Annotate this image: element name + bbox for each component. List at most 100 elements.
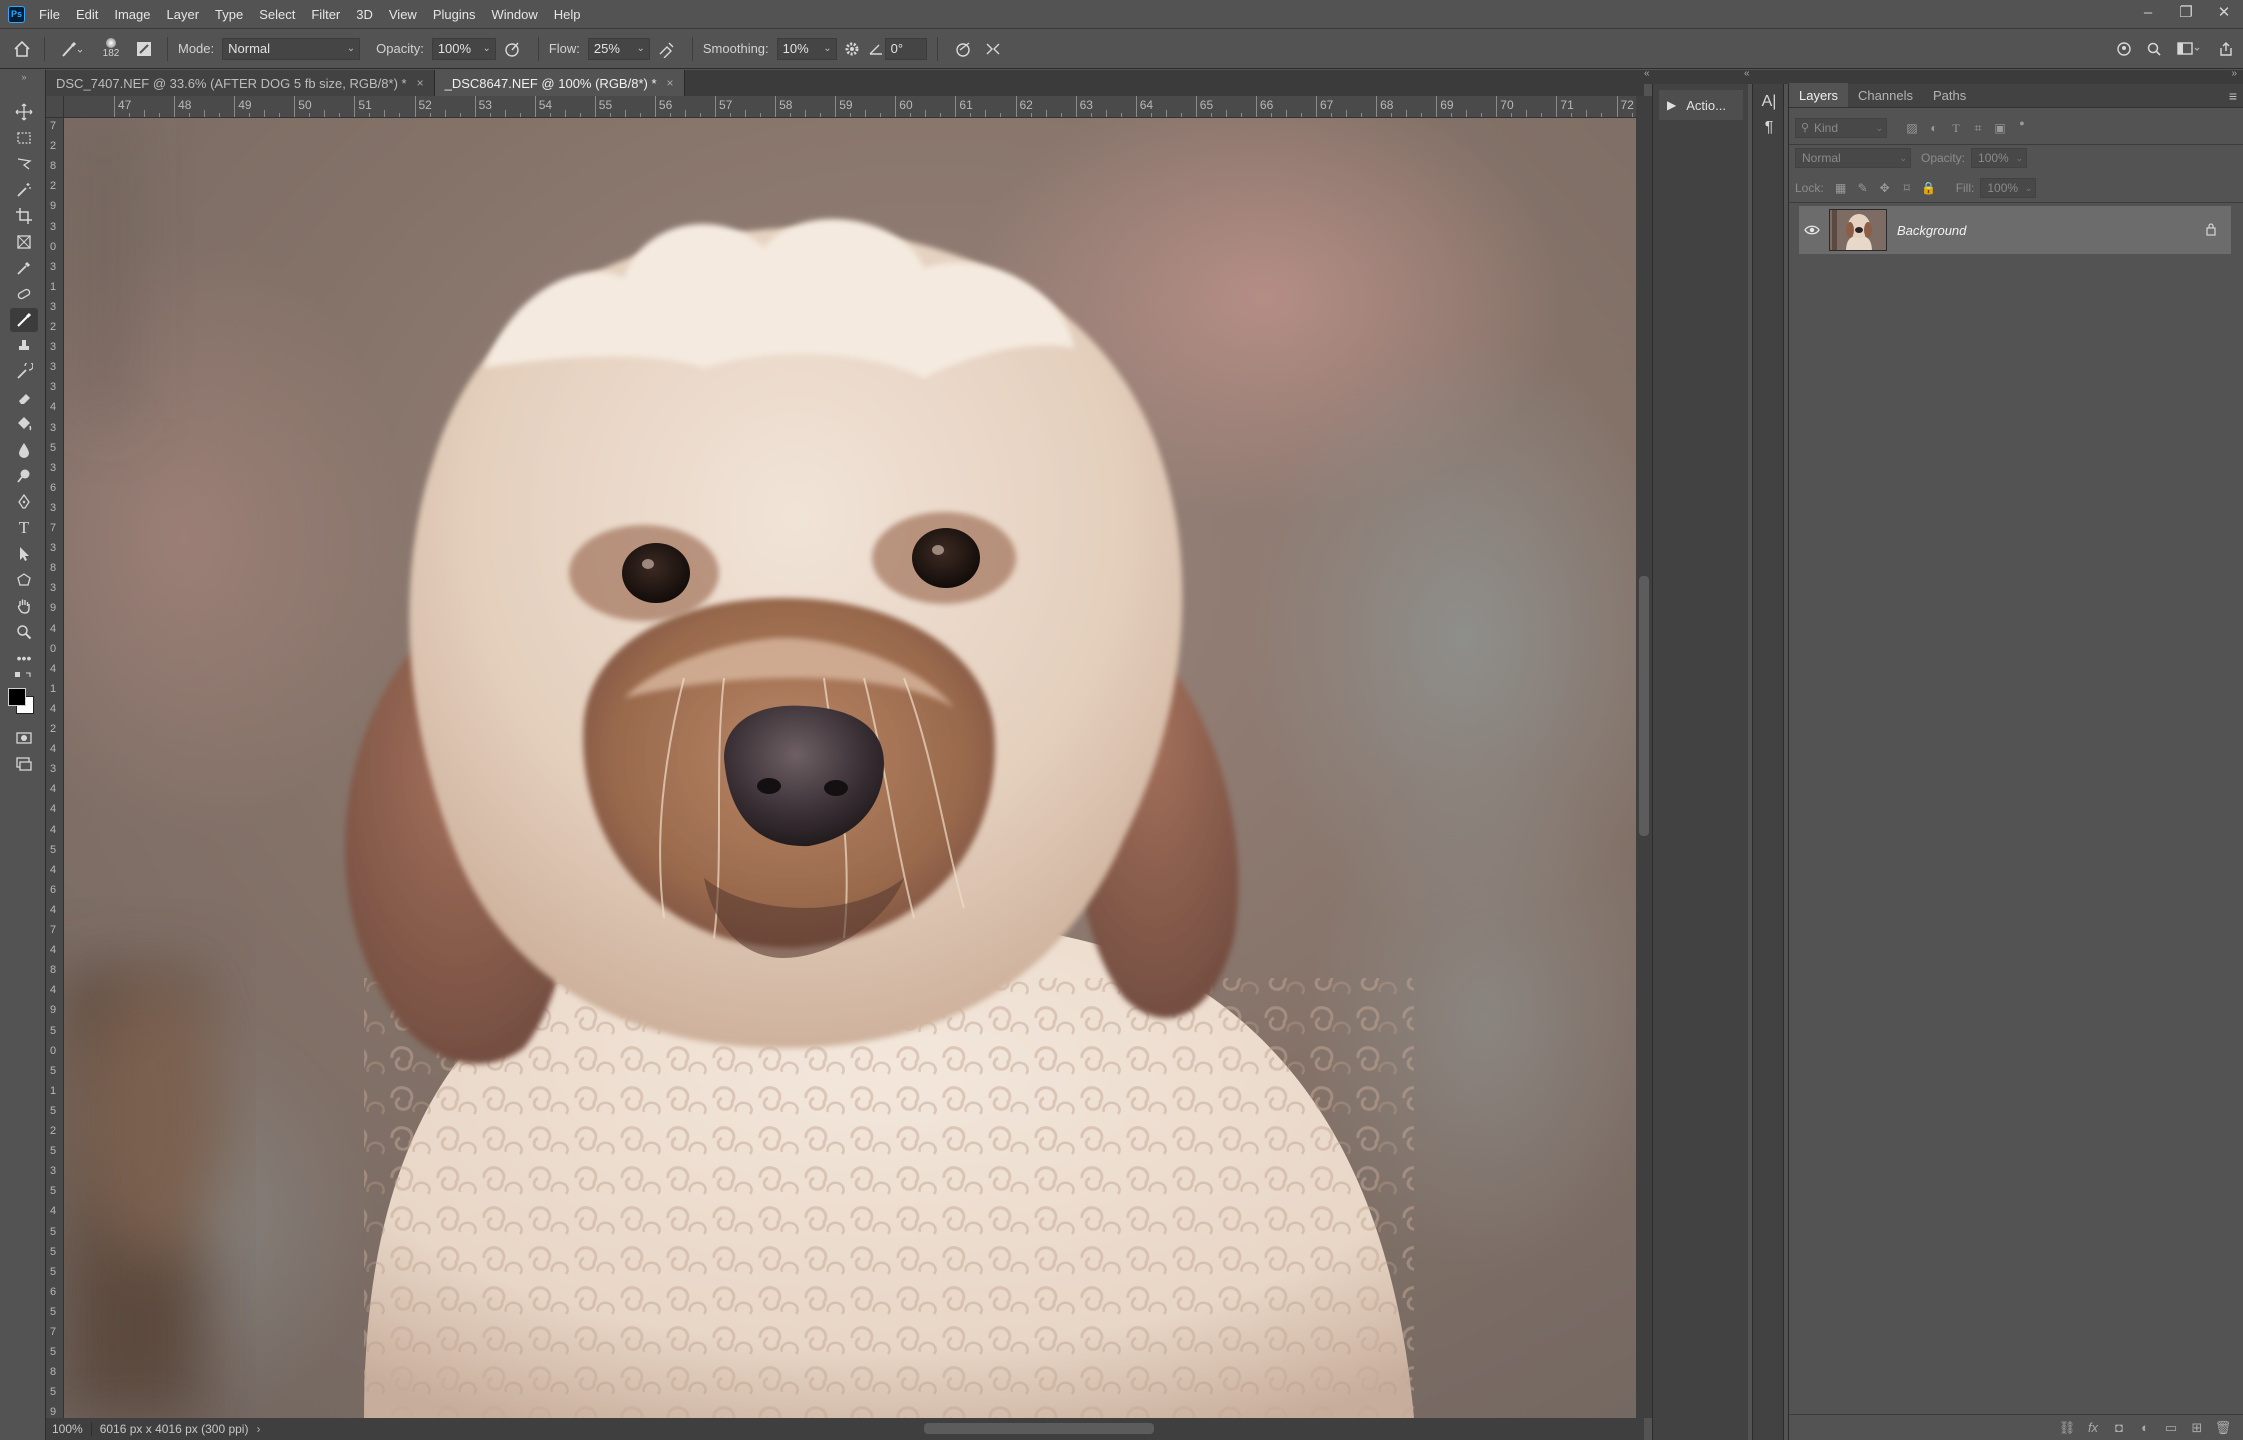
- visibility-eye-icon[interactable]: [1799, 224, 1825, 236]
- blur-tool-icon[interactable]: [10, 438, 38, 462]
- fx-icon[interactable]: fx: [2080, 1420, 2106, 1435]
- angle-field[interactable]: 0°: [884, 37, 927, 60]
- close-window-button[interactable]: ✕: [2205, 0, 2243, 24]
- gear-icon[interactable]: [837, 41, 867, 57]
- document-tab-dsc7407[interactable]: DSC_7407.NEF @ 33.6% (AFTER DOG 5 fb siz…: [46, 70, 435, 96]
- tab-channels[interactable]: Channels: [1848, 83, 1923, 107]
- magic-wand-tool-icon[interactable]: [10, 178, 38, 202]
- quick-mask-icon[interactable]: [10, 726, 38, 750]
- type-filter-icon[interactable]: T: [1945, 121, 1967, 136]
- flow-field[interactable]: 25% ⌄: [587, 37, 650, 60]
- clone-stamp-tool-icon[interactable]: [10, 334, 38, 358]
- maximize-button[interactable]: ❐: [2167, 0, 2205, 24]
- color-swatches[interactable]: [8, 688, 38, 718]
- zoom-tool-icon[interactable]: [10, 620, 38, 644]
- fill-field[interactable]: 100% ⌄: [1980, 178, 2037, 198]
- menu-3d[interactable]: 3D: [356, 7, 373, 22]
- link-layers-icon[interactable]: ⛓: [2054, 1420, 2080, 1436]
- collapse-toolbar-icon[interactable]: »: [10, 72, 38, 82]
- document-tab-dsc8647[interactable]: _DSC8647.NEF @ 100% (RGB/8*) * ×: [434, 70, 685, 96]
- brush-preset-icon[interactable]: [51, 40, 91, 58]
- marquee-tool-icon[interactable]: [10, 126, 38, 150]
- layer-filter-kind[interactable]: ⚲ Kind ⌄: [1795, 118, 1887, 138]
- opacity-field[interactable]: 100% ⌄: [431, 37, 496, 60]
- filter-toggle-icon[interactable]: ●: [2011, 118, 2033, 128]
- more-tools-icon[interactable]: •••: [10, 646, 38, 670]
- horizontal-scroll-thumb[interactable]: [924, 1423, 1154, 1434]
- dodge-tool-icon[interactable]: [10, 464, 38, 488]
- smoothing-field[interactable]: 10% ⌄: [776, 37, 837, 60]
- close-tab-icon[interactable]: ×: [417, 76, 424, 90]
- menu-edit[interactable]: Edit: [76, 7, 98, 22]
- menu-filter[interactable]: Filter: [311, 7, 340, 22]
- menu-window[interactable]: Window: [491, 7, 537, 22]
- panel-menu-icon[interactable]: ≡: [2229, 88, 2237, 104]
- brush-size-picker[interactable]: 182: [91, 38, 131, 59]
- crop-tool-icon[interactable]: [10, 204, 38, 228]
- menu-type[interactable]: Type: [215, 7, 243, 22]
- type-tool-icon[interactable]: T: [10, 516, 38, 540]
- search-icon[interactable]: [2139, 41, 2169, 57]
- lock-image-icon[interactable]: ✎: [1852, 181, 1874, 195]
- frame-tool-icon[interactable]: [10, 230, 38, 254]
- swap-colors-icon[interactable]: [10, 670, 38, 684]
- document-canvas[interactable]: [64, 118, 1636, 1418]
- layer-opacity-field[interactable]: 100% ⌄: [1971, 148, 2028, 168]
- pressure-opacity-icon[interactable]: [496, 40, 528, 58]
- symmetry-icon[interactable]: [978, 40, 1008, 58]
- menu-select[interactable]: Select: [259, 7, 295, 22]
- workspace-icon[interactable]: [2169, 41, 2209, 57]
- trash-icon[interactable]: 🗑: [2210, 1420, 2236, 1436]
- pressure-size-icon[interactable]: [948, 40, 978, 58]
- menu-image[interactable]: Image: [114, 7, 150, 22]
- vertical-scroll-thumb[interactable]: [1639, 576, 1649, 836]
- status-menu-arrow-icon[interactable]: ›: [256, 1422, 260, 1436]
- ruler-origin[interactable]: [46, 96, 64, 118]
- mode-select[interactable]: Normal ⌄: [222, 37, 361, 60]
- close-tab-icon[interactable]: ×: [667, 76, 674, 90]
- menu-layer[interactable]: Layer: [167, 7, 200, 22]
- pixel-filter-icon[interactable]: ▨: [1901, 121, 1923, 135]
- paragraph-icon[interactable]: ¶: [1760, 118, 1778, 138]
- layer-name[interactable]: Background: [1897, 223, 1966, 238]
- vertical-scrollbar[interactable]: [1636, 96, 1652, 1418]
- home-icon[interactable]: [0, 40, 44, 58]
- collapse-dock-icon[interactable]: «: [1744, 68, 1750, 79]
- eyedropper-tool-icon[interactable]: [10, 256, 38, 280]
- shape-tool-icon[interactable]: [10, 568, 38, 592]
- share-icon[interactable]: [2209, 41, 2243, 57]
- history-brush-tool-icon[interactable]: [10, 360, 38, 384]
- add-mask-icon[interactable]: ◘: [2106, 1420, 2132, 1435]
- eraser-tool-icon[interactable]: [10, 386, 38, 410]
- minimize-button[interactable]: –: [2129, 0, 2167, 24]
- menu-view[interactable]: View: [389, 7, 417, 22]
- brush-settings-icon[interactable]: [131, 40, 157, 58]
- lock-transparent-icon[interactable]: ▦: [1830, 181, 1852, 195]
- foreground-color-swatch[interactable]: [8, 688, 26, 706]
- layer-lock-icon[interactable]: [2205, 222, 2217, 239]
- horizontal-scrollbar[interactable]: [284, 1418, 1644, 1440]
- lasso-tool-icon[interactable]: [10, 152, 38, 176]
- zoom-level[interactable]: 100%: [46, 1422, 92, 1436]
- collapse-dock-icon[interactable]: «: [1644, 68, 1650, 79]
- lock-position-icon[interactable]: ✥: [1874, 181, 1896, 195]
- lock-all-icon[interactable]: 🔒: [1918, 181, 1940, 195]
- spot-healing-tool-icon[interactable]: [10, 282, 38, 306]
- brush-tool-icon[interactable]: [10, 308, 38, 332]
- adjustment-layer-icon[interactable]: ◐: [2132, 1420, 2158, 1435]
- airbrush-icon[interactable]: [650, 40, 682, 58]
- adjustment-filter-icon[interactable]: ◐: [1923, 121, 1945, 135]
- menu-plugins[interactable]: Plugins: [433, 7, 476, 22]
- collapse-dock-icon[interactable]: »: [2231, 68, 2237, 79]
- actions-panel-button[interactable]: ▶ Actio...: [1659, 90, 1743, 120]
- paint-bucket-tool-icon[interactable]: [10, 412, 38, 436]
- tab-layers[interactable]: Layers: [1789, 83, 1849, 107]
- lock-artboard-icon[interactable]: ⌑: [1896, 181, 1918, 195]
- path-selection-tool-icon[interactable]: [10, 542, 38, 566]
- new-group-icon[interactable]: ▭: [2158, 1420, 2184, 1436]
- blend-mode-select[interactable]: Normal ⌄: [1795, 148, 1911, 168]
- new-layer-icon[interactable]: ⊞: [2184, 1420, 2210, 1436]
- layer-row-background[interactable]: Background: [1799, 206, 2231, 254]
- screen-mode-icon[interactable]: [10, 752, 38, 776]
- smart-object-filter-icon[interactable]: ▣: [1989, 121, 2011, 135]
